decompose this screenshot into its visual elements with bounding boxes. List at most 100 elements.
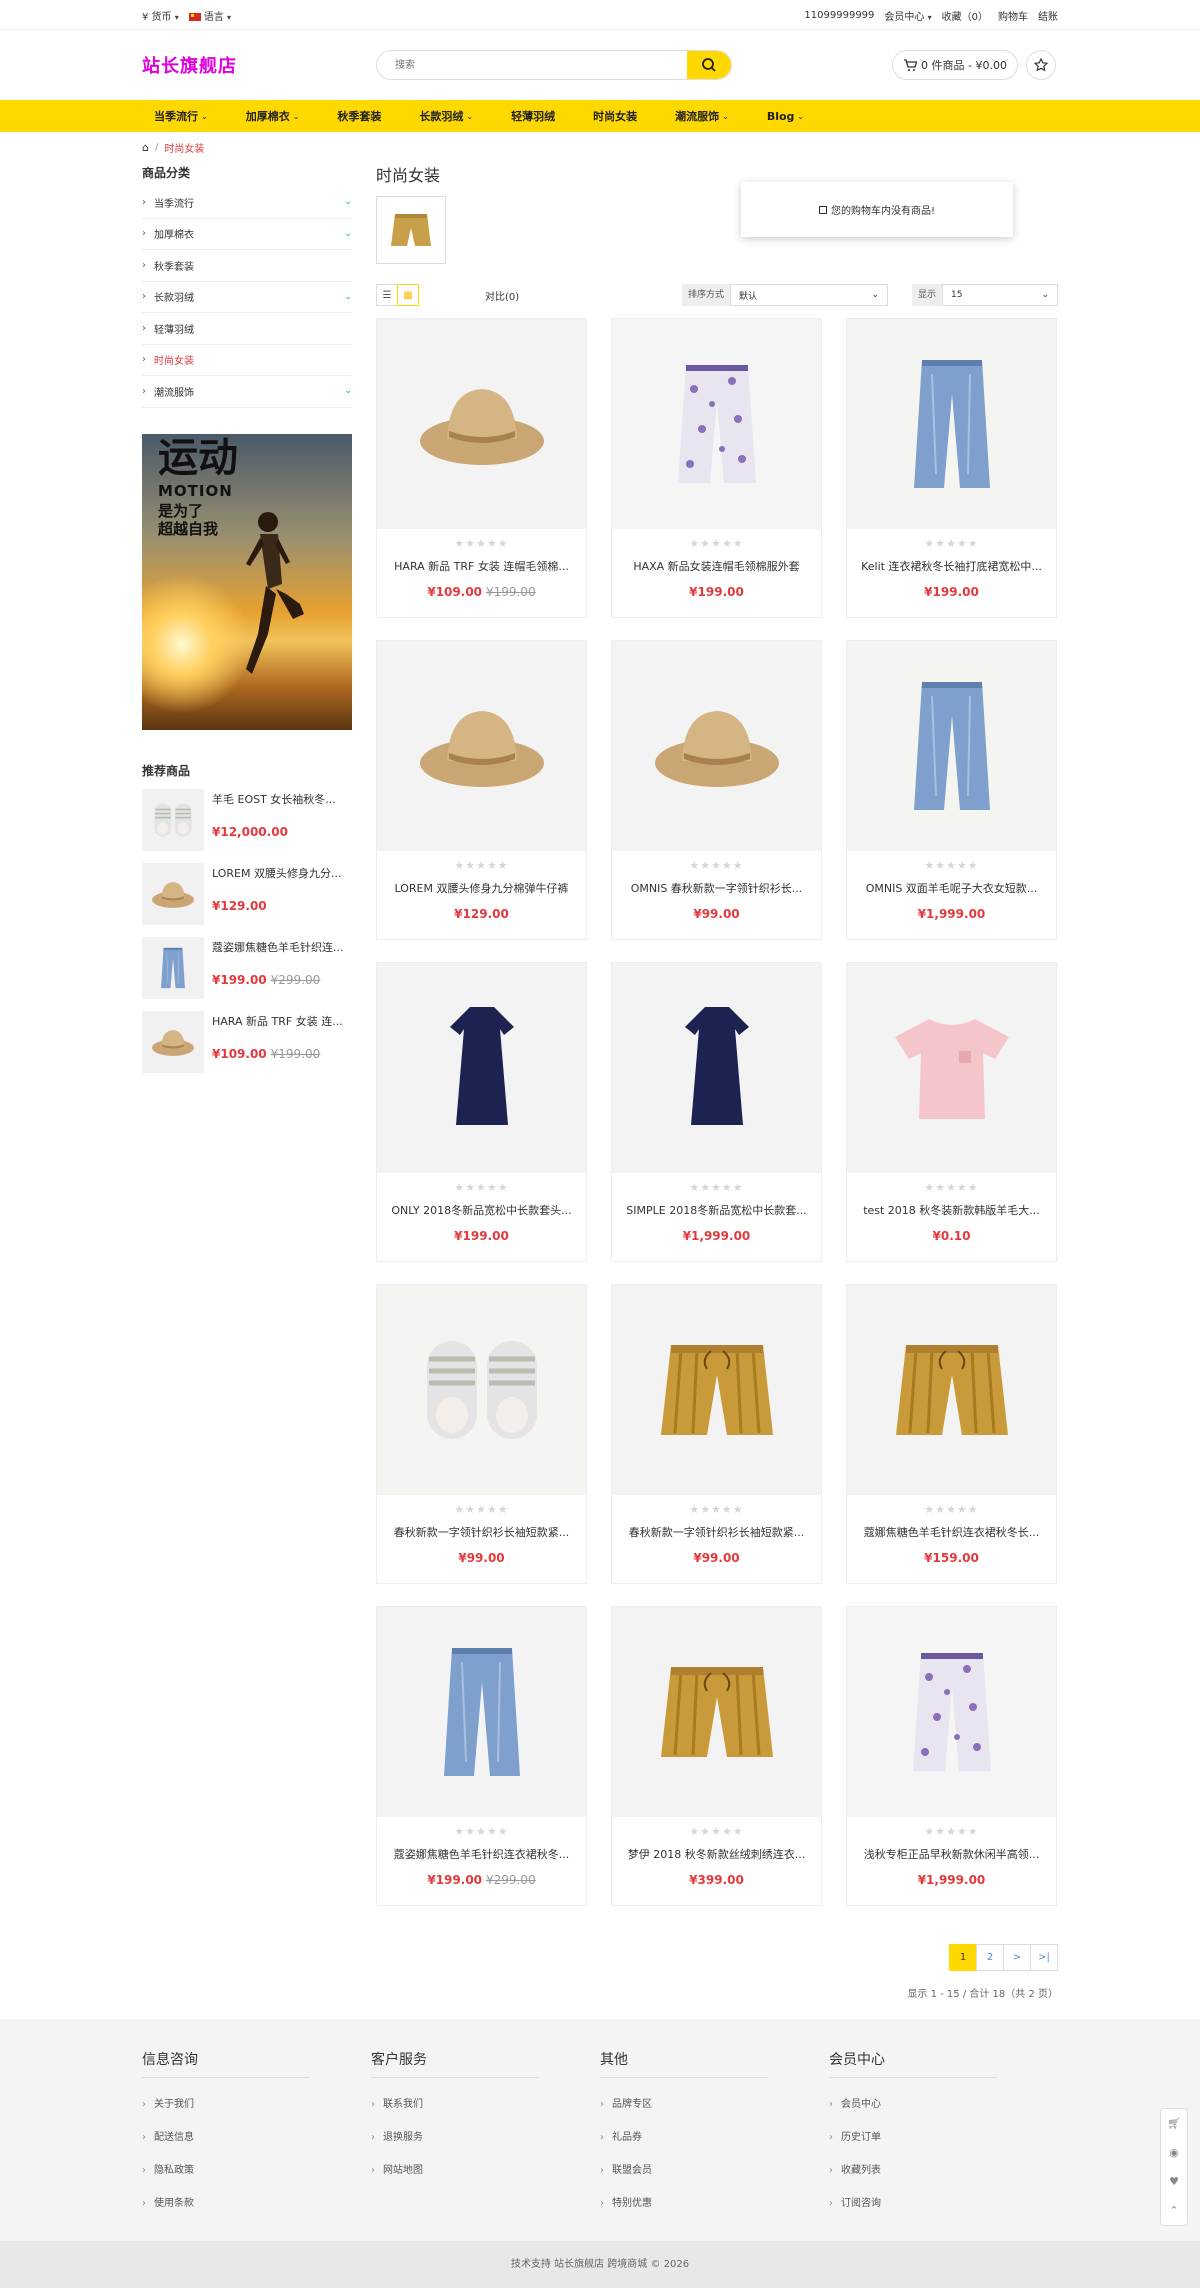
- category-item[interactable]: › 潮流服饰 ⌄: [142, 376, 352, 408]
- product-name[interactable]: 羊毛 EOST 女长袖秋冬...: [212, 791, 352, 807]
- product-image[interactable]: [377, 1285, 586, 1495]
- sport-banner[interactable]: 运动 MOTION 是为了 超越自我: [142, 433, 352, 730]
- nav-item[interactable]: 潮流服饰 ⌄: [663, 108, 741, 124]
- cart-link[interactable]: 购物车: [998, 8, 1028, 23]
- product-name[interactable]: 蔻娜焦糖色羊毛针织连衣裙秋冬长...: [847, 1524, 1056, 1540]
- page-link[interactable]: >|: [1030, 1944, 1058, 1971]
- store-logo[interactable]: 站长旗舰店: [142, 52, 376, 78]
- product-name[interactable]: 春秋新款一字领针织衫长袖短款紧...: [377, 1524, 586, 1540]
- nav-item[interactable]: 加厚棉衣 ⌄: [234, 108, 312, 124]
- product-image[interactable]: [142, 788, 204, 851]
- nav-item[interactable]: 当季流行 ⌄: [142, 108, 220, 124]
- currency-selector[interactable]: ¥ 货币 ▾: [142, 8, 179, 23]
- product-card[interactable]: ★★★★★ 春秋新款一字领针织衫长袖短款紧... ¥99.00: [376, 1284, 587, 1584]
- footer-link[interactable]: › 会员中心: [829, 2088, 1058, 2121]
- category-item[interactable]: › 长款羽绒 ⌄: [142, 282, 352, 313]
- footer-link[interactable]: › 品牌专区: [600, 2088, 829, 2121]
- cart-icon[interactable]: 🛒︎: [1167, 2117, 1181, 2130]
- product-name[interactable]: HAXA 新品女装连帽毛领棉服外套: [612, 558, 821, 574]
- home-icon[interactable]: ⌂: [142, 141, 149, 154]
- product-card[interactable]: ★★★★★ 蔻娜焦糖色羊毛针织连衣裙秋冬长... ¥159.00: [846, 1284, 1057, 1584]
- product-card[interactable]: ★★★★★ LOREM 双腰头修身九分棉弹牛仔裤 ¥129.00: [376, 640, 587, 940]
- product-image[interactable]: [612, 963, 821, 1173]
- wishlist-button[interactable]: [1025, 50, 1056, 80]
- product-card[interactable]: ★★★★★ OMNIS 双面羊毛呢子大衣女短款... ¥1,999.00: [846, 640, 1057, 940]
- compare-link[interactable]: 对比(0): [485, 288, 519, 303]
- product-card[interactable]: ★★★★★ 梦伊 2018 秋冬新款丝绒刺绣连衣... ¥399.00: [611, 1606, 822, 1906]
- footer-link[interactable]: › 联盟会员: [600, 2154, 829, 2187]
- product-name[interactable]: 蔻姿娜焦糖色羊毛针织连...: [212, 939, 352, 955]
- footer-link[interactable]: › 特别优惠: [600, 2187, 829, 2220]
- footer-link[interactable]: › 配送信息: [142, 2121, 371, 2154]
- category-item[interactable]: › 秋季套装: [142, 250, 352, 282]
- product-image[interactable]: [847, 963, 1056, 1173]
- product-name[interactable]: 蔻姿娜焦糖色羊毛针织连衣裙秋冬...: [377, 1846, 586, 1862]
- recommend-item[interactable]: 羊毛 EOST 女长袖秋冬... ¥12,000.00: [142, 788, 352, 851]
- footer-link[interactable]: › 隐私政策: [142, 2154, 371, 2187]
- recommend-item[interactable]: HARA 新品 TRF 女装 连... ¥109.00 ¥199.00: [142, 1010, 352, 1073]
- expand-icon[interactable]: ⌄: [344, 229, 352, 239]
- product-card[interactable]: ★★★★★ ONLY 2018冬新品宽松中长款套头... ¥199.00: [376, 962, 587, 1262]
- grid-view-button[interactable]: ▦: [397, 284, 419, 306]
- product-image[interactable]: [847, 641, 1056, 851]
- product-card[interactable]: ★★★★★ OMNIS 春秋新款一字领针织衫长... ¥99.00: [611, 640, 822, 940]
- product-card[interactable]: ★★★★★ Kelit 连衣裙秋冬长袖打底裙宽松中... ¥199.00: [846, 318, 1057, 618]
- product-image[interactable]: [142, 1010, 204, 1073]
- product-card[interactable]: ★★★★★ HARA 新品 TRF 女装 连帽毛领棉... ¥109.00 ¥199.…: [376, 318, 587, 618]
- product-name[interactable]: HARA 新品 TRF 女装 连帽毛领棉...: [377, 558, 586, 574]
- product-image[interactable]: [142, 862, 204, 925]
- footer-link[interactable]: › 联系我们: [371, 2088, 600, 2121]
- product-card[interactable]: ★★★★★ 蔻姿娜焦糖色羊毛针织连衣裙秋冬... ¥199.00 ¥299.00: [376, 1606, 587, 1906]
- product-image[interactable]: [847, 1607, 1056, 1817]
- product-image[interactable]: [142, 936, 204, 999]
- nav-item[interactable]: 时尚女装: [581, 108, 649, 124]
- product-image[interactable]: [847, 319, 1056, 529]
- checkout-link[interactable]: 结账: [1038, 8, 1058, 23]
- member-center-link[interactable]: 会员中心 ▾: [884, 8, 931, 23]
- product-name[interactable]: HARA 新品 TRF 女装 连...: [212, 1013, 352, 1029]
- footer-link[interactable]: › 礼品券: [600, 2121, 829, 2154]
- user-icon[interactable]: ◉: [1169, 2146, 1179, 2159]
- product-image[interactable]: [377, 1607, 586, 1817]
- product-card[interactable]: ★★★★★ test 2018 秋冬装新款韩版羊毛大... ¥0.10: [846, 962, 1057, 1262]
- product-name[interactable]: 梦伊 2018 秋冬新款丝绒刺绣连衣...: [612, 1846, 821, 1862]
- product-name[interactable]: OMNIS 春秋新款一字领针织衫长...: [612, 880, 821, 896]
- product-name[interactable]: SIMPLE 2018冬新品宽松中长款套...: [612, 1202, 821, 1218]
- product-name[interactable]: 浅秋专柜正品早秋新款休闲半高领...: [847, 1846, 1056, 1862]
- product-name[interactable]: LOREM 双腰头修身九分...: [212, 865, 352, 881]
- page-link[interactable]: >: [1003, 1944, 1031, 1971]
- product-image[interactable]: [377, 641, 586, 851]
- heart-icon[interactable]: ♥: [1169, 2175, 1179, 2188]
- expand-icon[interactable]: ⌄: [344, 386, 352, 396]
- language-selector[interactable]: 语言 ▾: [188, 8, 231, 23]
- product-image[interactable]: [847, 1285, 1056, 1495]
- product-name[interactable]: OMNIS 双面羊毛呢子大衣女短款...: [847, 880, 1056, 896]
- product-image[interactable]: [377, 319, 586, 529]
- product-card[interactable]: ★★★★★ 浅秋专柜正品早秋新款休闲半高领... ¥1,999.00: [846, 1606, 1057, 1906]
- footer-link[interactable]: › 历史订单: [829, 2121, 1058, 2154]
- list-view-button[interactable]: ☰: [376, 284, 398, 306]
- show-select[interactable]: 15 ⌄: [942, 284, 1058, 306]
- back-to-top-icon[interactable]: ⌃: [1169, 2204, 1178, 2217]
- product-name[interactable]: 春秋新款一字领针织衫长袖短款紧...: [612, 1524, 821, 1540]
- nav-item[interactable]: 长款羽绒 ⌄: [407, 108, 485, 124]
- product-card[interactable]: ★★★★★ SIMPLE 2018冬新品宽松中长款套... ¥1,999.00: [611, 962, 822, 1262]
- recommend-item[interactable]: 蔻姿娜焦糖色羊毛针织连... ¥199.00 ¥299.00: [142, 936, 352, 999]
- category-item[interactable]: › 轻薄羽绒: [142, 313, 352, 345]
- page-link[interactable]: 1: [949, 1944, 977, 1971]
- product-name[interactable]: LOREM 双腰头修身九分棉弹牛仔裤: [377, 880, 586, 896]
- page-link[interactable]: 2: [976, 1944, 1004, 1971]
- breadcrumb-current[interactable]: 时尚女装: [164, 140, 204, 155]
- footer-link[interactable]: › 使用条款: [142, 2187, 371, 2220]
- search-input[interactable]: [377, 51, 687, 79]
- favorites-link[interactable]: 收藏（0）: [942, 8, 988, 23]
- footer-link[interactable]: › 收藏列表: [829, 2154, 1058, 2187]
- expand-icon[interactable]: ⌄: [344, 292, 352, 302]
- category-item[interactable]: › 当季流行 ⌄: [142, 187, 352, 219]
- search-button[interactable]: [687, 51, 731, 79]
- product-name[interactable]: test 2018 秋冬装新款韩版羊毛大...: [847, 1202, 1056, 1218]
- product-image[interactable]: [612, 1285, 821, 1495]
- category-item[interactable]: › 加厚棉衣 ⌄: [142, 219, 352, 250]
- nav-item[interactable]: 轻薄羽绒: [499, 108, 567, 124]
- product-image[interactable]: [612, 319, 821, 529]
